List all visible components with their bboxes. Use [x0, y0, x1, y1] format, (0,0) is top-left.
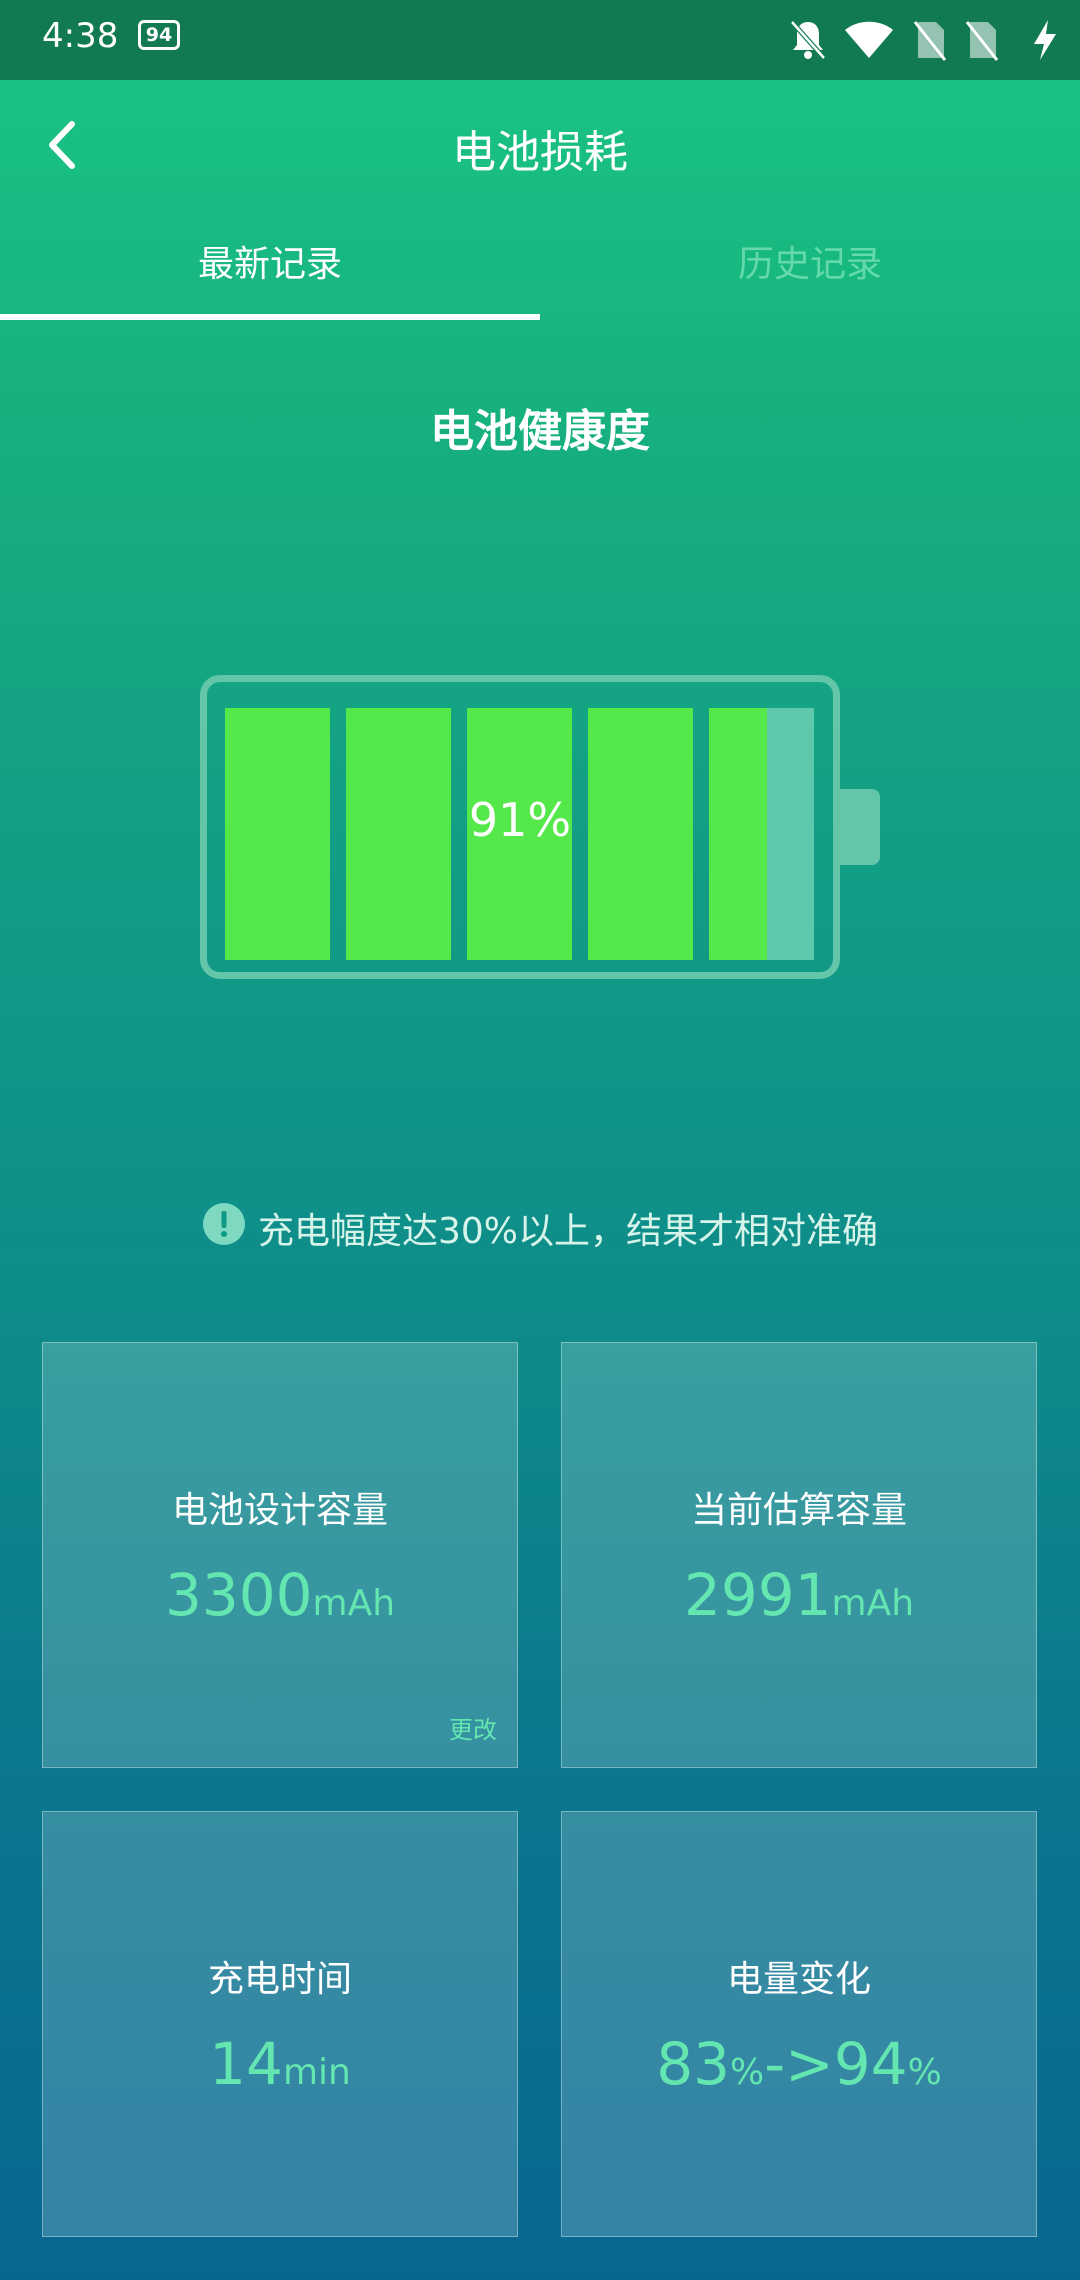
charge-to-value: 94 — [833, 2030, 908, 2098]
charge-from-value: 83 — [656, 2030, 731, 2098]
notification-badge: 94 — [138, 20, 180, 50]
charging-icon — [1034, 20, 1056, 60]
bell-off-icon — [790, 20, 826, 60]
no-sim-icon — [965, 21, 999, 61]
battery-health-graphic: 91% — [200, 675, 840, 979]
charge-change-card: 电量变化 83%->94% — [561, 1811, 1037, 2237]
card-value: 14min — [43, 2030, 517, 2098]
card-value: 83%->94% — [562, 2030, 1036, 2098]
no-sim-icon — [913, 21, 947, 61]
tab-bar: 最新记录 历史记录 — [0, 222, 1080, 322]
card-label: 电池设计容量 — [171, 1490, 388, 1531]
tab-history-records[interactable]: 历史记录 — [540, 222, 1080, 322]
charge-from-unit: % — [730, 2052, 765, 2093]
design-capacity-card: 电池设计容量 3300mAh 更改 — [42, 1342, 518, 1768]
exclamation-circle-icon — [202, 1203, 245, 1245]
estimated-capacity-card: 当前估算容量 2991mAh — [561, 1342, 1037, 1768]
battery-health-title: 电池健康度 — [430, 406, 650, 457]
charge-time-unit: min — [282, 2052, 351, 2093]
design-capacity-unit: mAh — [312, 1583, 396, 1624]
card-value: 2991mAh — [562, 1561, 1036, 1629]
accuracy-tip: 充电幅度达30%以上，结果才相对准确 — [0, 1202, 1080, 1254]
status-bar: 4:38 94 — [0, 0, 1080, 80]
card-value: 3300mAh — [43, 1561, 517, 1629]
estimated-capacity-unit: mAh — [831, 1583, 915, 1624]
battery-health-percent: 91% — [468, 793, 572, 847]
card-label: 电量变化 — [726, 1959, 871, 2000]
tab-latest-records[interactable]: 最新记录 — [0, 222, 540, 322]
active-tab-indicator — [0, 314, 540, 320]
wifi-icon — [845, 21, 893, 58]
charge-time-card: 充电时间 14min — [42, 1811, 518, 2237]
page-title: 电池损耗 — [452, 127, 628, 178]
estimated-capacity-value: 2991 — [683, 1561, 832, 1629]
app-header: 电池损耗 — [0, 80, 1080, 210]
status-time: 4:38 — [42, 16, 119, 56]
charge-to-unit: % — [907, 2052, 942, 2093]
charge-arrow: -> — [764, 2030, 834, 2098]
edit-capacity-button[interactable]: 更改 — [449, 1710, 497, 1745]
card-label: 当前估算容量 — [690, 1490, 907, 1531]
design-capacity-value: 3300 — [164, 1561, 313, 1629]
battery-tip — [840, 789, 880, 865]
tip-text: 充电幅度达30%以上，结果才相对准确 — [257, 1211, 879, 1252]
charge-time-value: 14 — [209, 2030, 283, 2098]
card-label: 充电时间 — [207, 1959, 352, 2000]
